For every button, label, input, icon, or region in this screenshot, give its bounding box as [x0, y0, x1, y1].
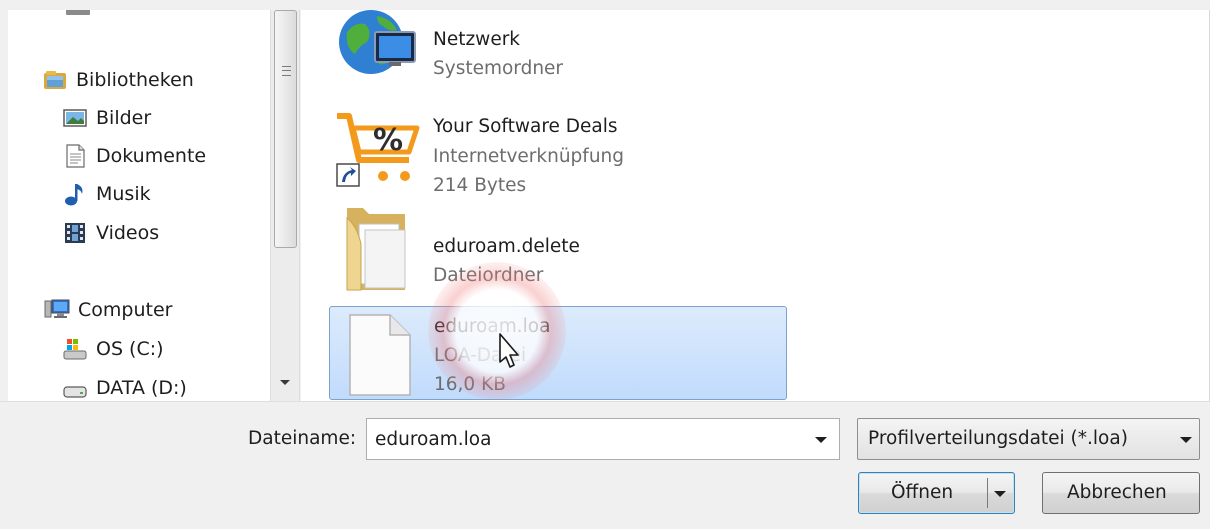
file-name: eduroam.delete — [433, 236, 580, 257]
hard-drive-icon — [62, 375, 88, 401]
open-options-arrow-icon[interactable] — [994, 491, 1006, 497]
navigation-scrollbar[interactable] — [270, 10, 300, 401]
file-name: eduroam.loa — [434, 316, 551, 337]
grip-icon — [282, 66, 291, 76]
file-list[interactable]: Netzwerk Systemordner % Your Software De… — [301, 10, 1210, 401]
blank-file-icon — [349, 314, 411, 396]
chevron-down-icon[interactable] — [815, 437, 827, 443]
network-globe-icon — [339, 10, 416, 74]
nav-item-label: DATA (D:) — [96, 377, 187, 399]
document-icon — [62, 143, 88, 169]
folder-icon — [346, 208, 406, 291]
scrollbar-thumb[interactable] — [274, 10, 297, 248]
navigation-pane[interactable]: Bibliotheken Bilder Dokumente Musik Vide… — [8, 10, 270, 401]
file-item-eduroam-delete[interactable]: eduroam.delete Dateiordner — [329, 204, 787, 298]
file-type: Internetverknüpfung — [433, 146, 625, 167]
filetype-value: Profilverteilungsdatei (*.loa) — [868, 428, 1128, 449]
file-item-software-deals[interactable]: % Your Software Deals Internetverknüpfun… — [329, 104, 787, 198]
pictures-icon — [62, 105, 88, 131]
file-type: Dateiordner — [433, 265, 544, 286]
open-button[interactable]: Öffnen — [858, 472, 1015, 514]
nav-item-pictures[interactable]: Bilder — [62, 101, 151, 135]
file-item-network[interactable]: Netzwerk Systemordner — [329, 10, 787, 96]
nav-item-label: Musik — [96, 183, 151, 205]
scroll-down-arrow-icon[interactable] — [280, 380, 290, 385]
music-note-icon — [62, 181, 88, 207]
libraries-icon — [42, 67, 68, 93]
cancel-button-label: Abbrechen — [1067, 482, 1167, 503]
file-size: 214 Bytes — [433, 175, 527, 196]
file-type: Systemordner — [433, 58, 564, 79]
nav-item-partial-icon — [66, 10, 90, 15]
nav-item-documents[interactable]: Dokumente — [62, 139, 206, 173]
mouse-pointer-icon — [499, 333, 519, 368]
split-button-divider — [987, 478, 988, 508]
nav-item-label: Computer — [78, 299, 173, 321]
file-name: Your Software Deals — [433, 116, 618, 137]
shopping-cart-percent-icon: % — [336, 113, 420, 187]
nav-item-label: Videos — [96, 222, 160, 244]
computer-icon — [44, 297, 70, 323]
nav-item-drive-c[interactable]: OS (C:) — [62, 332, 164, 366]
filetype-select[interactable]: Profilverteilungsdatei (*.loa) — [857, 418, 1200, 460]
nav-item-drive-d[interactable]: DATA (D:) — [62, 371, 187, 401]
system-drive-icon — [62, 336, 88, 362]
nav-item-label: OS (C:) — [96, 338, 164, 360]
open-button-label: Öffnen — [891, 482, 954, 503]
nav-item-label: Bilder — [96, 107, 152, 129]
nav-item-label: Bibliotheken — [76, 69, 194, 91]
film-strip-icon — [62, 220, 88, 246]
filename-label: Dateiname: — [248, 428, 357, 449]
filename-combobox[interactable] — [366, 418, 840, 460]
nav-item-libraries[interactable]: Bibliotheken — [42, 63, 194, 97]
chevron-down-icon[interactable] — [1180, 437, 1192, 443]
nav-item-computer[interactable]: Computer — [44, 293, 172, 327]
nav-item-music[interactable]: Musik — [62, 177, 151, 211]
file-size: 16,0 KB — [434, 374, 506, 395]
nav-item-label: Dokumente — [96, 145, 207, 167]
nav-item-videos[interactable]: Videos — [62, 216, 159, 250]
svg-text:%: % — [373, 123, 403, 158]
cancel-button[interactable]: Abbrechen — [1042, 472, 1200, 514]
file-name: Netzwerk — [433, 29, 521, 50]
filename-input[interactable] — [375, 425, 795, 453]
file-item-eduroam-loa[interactable]: eduroam.loa LOA-Datei 16,0 KB — [329, 306, 787, 400]
